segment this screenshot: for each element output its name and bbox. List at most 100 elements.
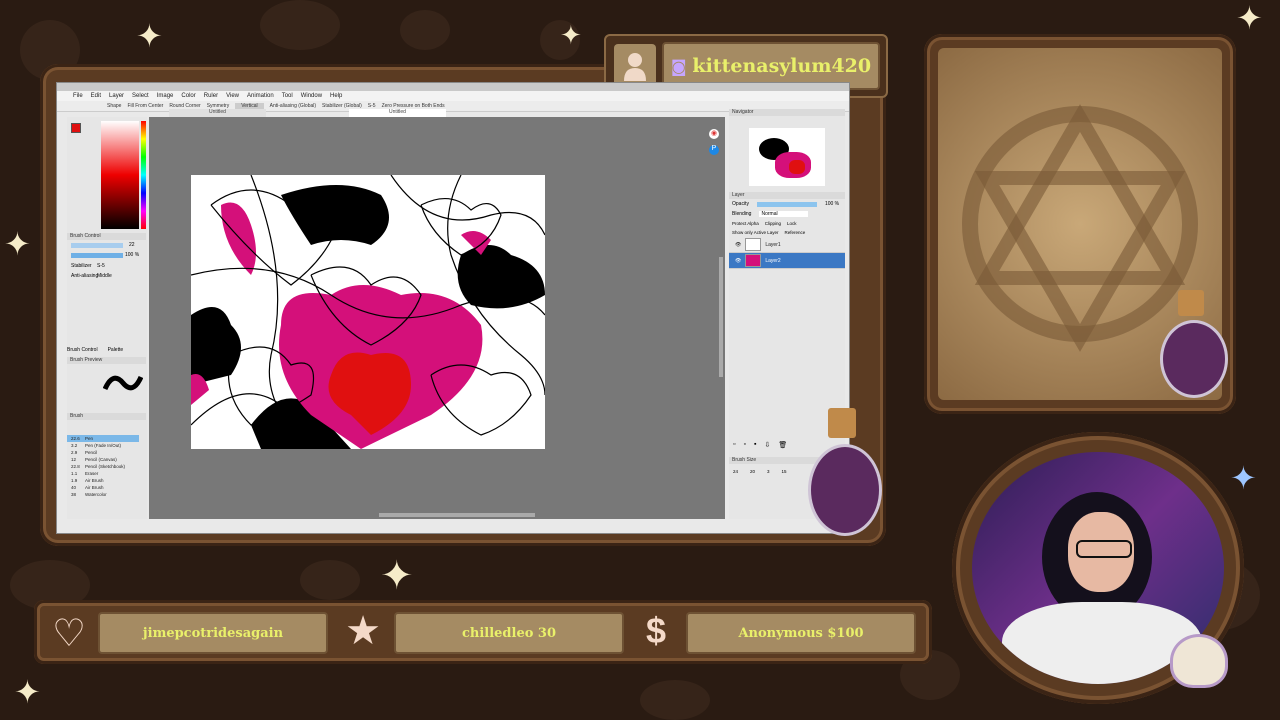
tab-untitled-2[interactable]: Untitled [349, 109, 446, 117]
eye-icon[interactable]: 👁 [735, 242, 741, 248]
layer-item[interactable]: 👁 Layer2 [729, 253, 845, 269]
new-layer-set-icon[interactable]: ▫ [743, 441, 745, 449]
layer-thumbnail [745, 238, 762, 251]
vertical-scrollbar[interactable] [719, 257, 723, 377]
navigator-preview[interactable] [749, 128, 825, 186]
antialias-checkbox[interactable]: Anti-aliasing (Global) [270, 103, 316, 109]
menu-window[interactable]: Window [301, 93, 322, 99]
drawing-canvas[interactable] [191, 175, 545, 449]
brush-item[interactable]: 3.2 Pen (Fade In/Out) [67, 442, 139, 449]
antialias-label: Anti-aliasing [71, 273, 99, 279]
menu-animation[interactable]: Animation [247, 93, 274, 99]
menu-image[interactable]: Image [157, 93, 174, 99]
clipping-checkbox[interactable]: Clipping [765, 221, 781, 226]
blending-label: Blending [732, 211, 752, 217]
dollar-icon: $ [645, 610, 667, 651]
shape-option[interactable]: Shape [107, 103, 121, 109]
blending-select[interactable]: Normal [759, 211, 808, 217]
sparkle-icon: ✦ [1236, 0, 1263, 36]
menu-help[interactable]: Help [330, 93, 342, 99]
size-value: 22 [129, 242, 135, 248]
menu-file[interactable]: File [73, 93, 83, 99]
navigator-title: Navigator [729, 109, 845, 116]
paint-tool-sai-window: File Edit Layer Select Image Color Ruler… [56, 82, 850, 534]
size-slider[interactable] [71, 243, 123, 248]
brush-preview-title: Brush Preview [67, 357, 146, 364]
layer-name: Layer2 [765, 257, 781, 264]
brush-item[interactable]: 2.9 Pencil [67, 449, 139, 456]
layer-item[interactable]: 👁 Layer1 [729, 237, 845, 253]
sparkle-icon: ✦ [1230, 460, 1257, 496]
black-shape [191, 307, 241, 385]
new-layer-icon[interactable]: ▫ [733, 441, 735, 449]
layer-thumbnail [745, 254, 762, 267]
stabilizer-value[interactable]: S-5 [97, 263, 105, 269]
menu-ruler[interactable]: Ruler [204, 93, 218, 99]
latest-donation: Anonymous $100 [738, 625, 864, 641]
tab-untitled-1[interactable]: Untitled [169, 109, 266, 117]
sparkle-icon: ✦ [14, 674, 41, 710]
twitch-username: kittenasylum420 [692, 55, 872, 77]
share-icon[interactable]: ◉ [709, 129, 719, 139]
sparkle-icon: ✦ [380, 554, 414, 598]
magenta-shape [221, 202, 256, 275]
sparkle-icon: ✦ [560, 20, 582, 50]
trash-icon[interactable]: 🗑 [778, 441, 787, 449]
left-panel: Brush Control 22 100 % Stabilizer S-5 An… [67, 117, 147, 519]
reference-checkbox[interactable]: Reference [785, 230, 806, 235]
brush-list: 22.6 Pen 3.2 Pen (Fade In/Out) 2.9 Pencil 1… [67, 435, 139, 498]
tab-palette[interactable]: Palette [108, 347, 124, 353]
brush-size-option[interactable]: 20 [750, 469, 755, 474]
brush-size-option[interactable]: 15 [782, 469, 787, 474]
brush-size-option[interactable]: 24 [733, 469, 738, 474]
opacity-label: Opacity [732, 201, 749, 207]
tab-brush-control[interactable]: Brush Control [67, 347, 98, 353]
potion-bottle-icon [804, 408, 882, 538]
brush-item[interactable]: 38 Watercolor [67, 491, 139, 498]
brush-item[interactable]: 1.9 Air Brush [67, 477, 139, 484]
brush-size-option[interactable]: 3 [767, 469, 770, 474]
canvas-viewport[interactable]: Untitled Untitled ◉ P [149, 109, 725, 519]
merge-icon[interactable]: ⇩ [764, 441, 770, 449]
eye-icon[interactable]: 👁 [735, 258, 741, 264]
layer-opacity-slider[interactable] [756, 201, 817, 207]
menu-select[interactable]: Select [132, 93, 149, 99]
protect-alpha-checkbox[interactable]: Protect Alpha [732, 221, 759, 226]
folder-icon[interactable]: ▪ [754, 441, 756, 449]
layer-actions: ▫ ▫ ▪ ⇩ 🗑 [733, 441, 787, 449]
brush-item[interactable]: 22.6 Pen [67, 435, 139, 442]
brush-item[interactable]: 1.1 Eraser [67, 470, 139, 477]
layer-opacity-value: 100 % [824, 201, 840, 207]
brush-item[interactable]: 40 Air Brush [67, 484, 139, 491]
heart-icon: ♡ [51, 612, 87, 655]
latest-subscriber-box: chilledleo 30 [394, 612, 624, 654]
menu-color[interactable]: Color [181, 93, 195, 99]
opacity-slider[interactable] [71, 253, 123, 258]
antialias-value[interactable]: Middle [97, 273, 112, 279]
menu-layer[interactable]: Layer [109, 93, 124, 99]
menu-tool[interactable]: Tool [282, 93, 293, 99]
hue-slider[interactable] [141, 121, 146, 229]
stabilizer-label: Stabilizer [71, 263, 92, 269]
show-active-checkbox[interactable]: Show only Active Layer [732, 230, 779, 235]
brush-title: Brush [67, 413, 146, 420]
fill-from-center-option[interactable]: Fill From Center [127, 103, 163, 109]
brush-item[interactable]: 22.8 Pencil (Sketchbook) [67, 463, 139, 470]
brush-item[interactable]: 12 Pencil (Canvas) [67, 456, 139, 463]
brush-control-title: Brush Control [67, 233, 146, 240]
lock-checkbox[interactable]: Lock [787, 221, 797, 226]
potion-bottle-icon [1156, 290, 1228, 400]
color-picker[interactable] [101, 121, 139, 229]
latest-follower: jimepcotridesagain [142, 625, 284, 641]
menu-edit[interactable]: Edit [91, 93, 101, 99]
latest-donation-box: Anonymous $100 [686, 612, 916, 654]
latest-subscriber: chilledleo 30 [461, 625, 557, 641]
layer-panel-title: Layer [729, 192, 845, 199]
window-titlebar [57, 83, 849, 91]
panel-tabs: Brush Control Palette [67, 347, 147, 353]
horizontal-scrollbar[interactable] [379, 513, 535, 517]
menu-view[interactable]: View [226, 93, 239, 99]
paypal-icon[interactable]: P [709, 145, 719, 155]
skull-icon [1170, 634, 1228, 688]
primary-color-swatch[interactable] [71, 123, 81, 133]
